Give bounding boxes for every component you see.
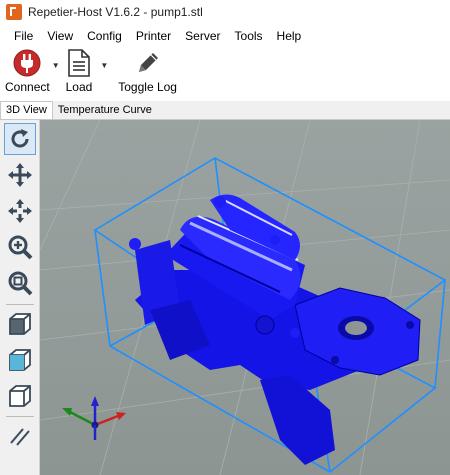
connect-dropdown-icon[interactable]: ▼ <box>52 61 60 70</box>
parallel-projection-icon <box>10 428 30 446</box>
view-tabs: 3D View Temperature Curve <box>0 101 450 120</box>
load-label: Load <box>65 80 93 94</box>
tab-3d-view[interactable]: 3D View <box>0 101 53 119</box>
menu-view[interactable]: View <box>40 29 80 43</box>
sidebar-divider-2 <box>6 416 34 417</box>
move-object-icon <box>8 199 32 223</box>
3d-scene <box>40 120 450 475</box>
front-view-button[interactable] <box>4 344 36 376</box>
view-tools-sidebar <box>0 120 40 475</box>
pump-model[interactable] <box>129 194 421 465</box>
menu-file[interactable]: File <box>0 29 40 43</box>
load-button[interactable]: Load <box>65 48 93 94</box>
repetier-icon <box>6 4 22 20</box>
pencil-icon <box>133 48 163 78</box>
toggle-log-button[interactable]: Toggle Log <box>118 48 177 94</box>
menu-help[interactable]: Help <box>270 29 309 43</box>
sidebar-divider <box>6 304 34 305</box>
front-view-icon <box>9 349 31 371</box>
side-view-icon <box>9 385 31 407</box>
menu-config[interactable]: Config <box>80 29 129 43</box>
zoom-in-button[interactable] <box>4 231 36 263</box>
zoom-in-icon <box>8 235 33 260</box>
iso-view-icon <box>9 313 31 335</box>
connect-button[interactable]: Connect <box>5 48 50 94</box>
connect-label: Connect <box>5 80 50 94</box>
document-icon <box>66 48 92 78</box>
zoom-fit-button[interactable] <box>4 267 36 299</box>
iso-view-button[interactable] <box>4 308 36 340</box>
menu-tools[interactable]: Tools <box>228 29 270 43</box>
load-dropdown-icon[interactable]: ▼ <box>100 61 108 70</box>
side-view-button[interactable] <box>4 380 36 412</box>
plug-icon <box>12 48 42 78</box>
move-view-button[interactable] <box>4 159 36 191</box>
zoom-fit-icon <box>8 271 33 296</box>
menu-server[interactable]: Server <box>178 29 227 43</box>
title-bar: Repetier-Host V1.6.2 - pump1.stl <box>0 0 450 24</box>
menu-bar: File View Config Printer Server Tools He… <box>0 25 450 47</box>
move-object-button[interactable] <box>4 195 36 227</box>
toggle-log-label: Toggle Log <box>118 80 177 94</box>
tab-temperature-curve[interactable]: Temperature Curve <box>53 102 157 119</box>
reset-view-button[interactable] <box>4 123 36 155</box>
3d-viewport[interactable] <box>40 120 450 475</box>
main-toolbar: Connect ▼ Load ▼ Toggle Log <box>0 48 450 100</box>
reset-view-icon <box>11 129 29 148</box>
window-title: Repetier-Host V1.6.2 - pump1.stl <box>28 5 203 19</box>
menu-printer[interactable]: Printer <box>129 29 178 43</box>
move-icon <box>8 163 32 187</box>
parallel-projection-button[interactable] <box>4 420 36 452</box>
